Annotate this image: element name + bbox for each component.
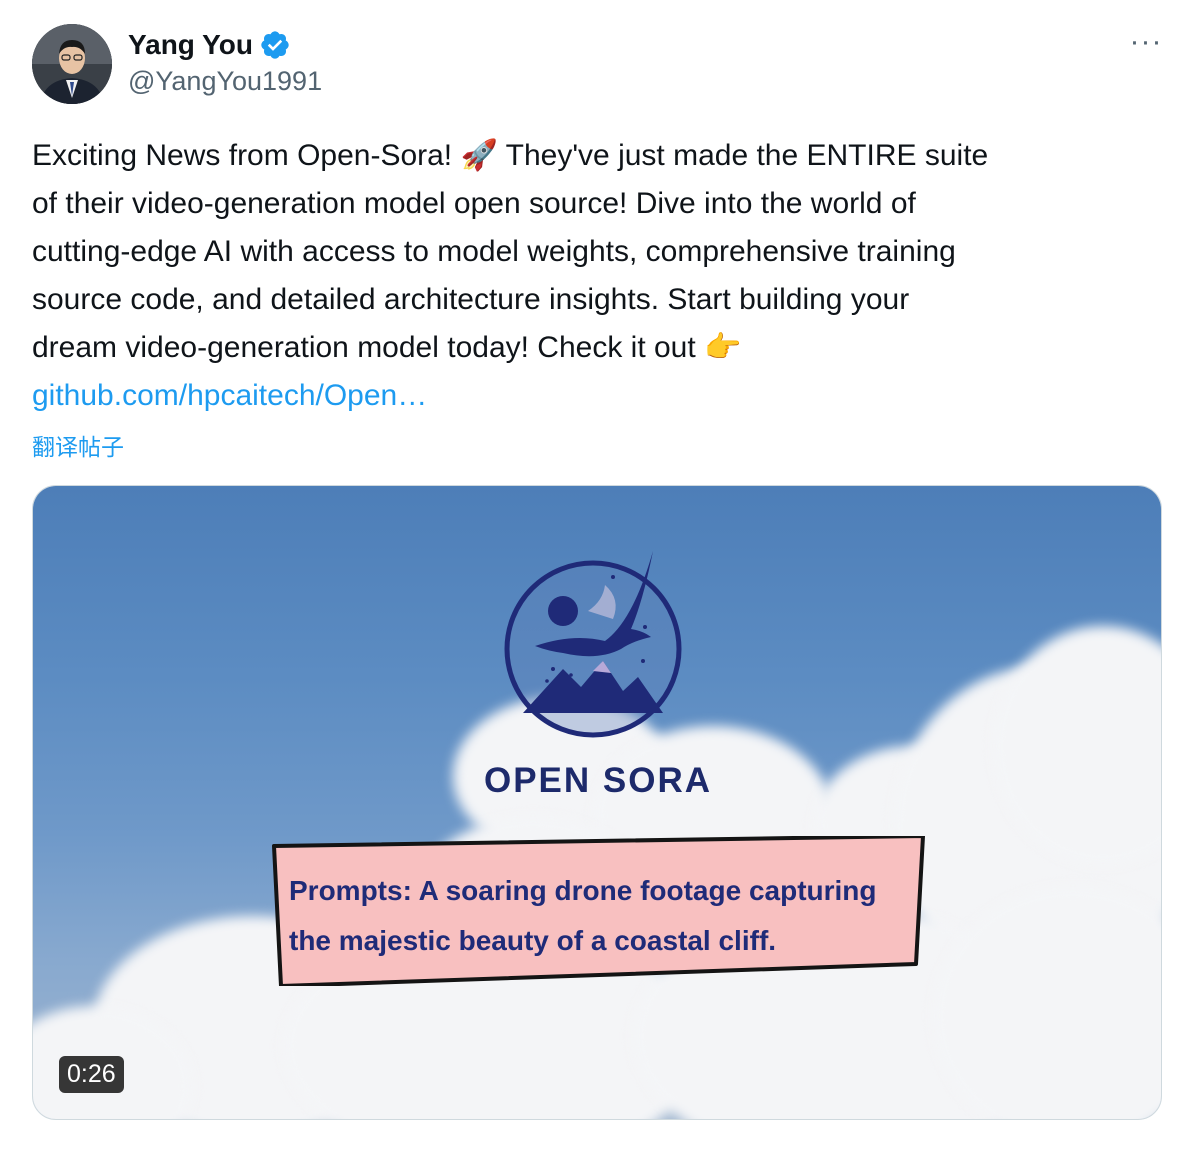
video-duration-badge: 0:26 xyxy=(59,1056,124,1093)
open-sora-logo xyxy=(493,541,693,741)
more-options-button[interactable]: ··· xyxy=(1128,25,1164,58)
github-link[interactable]: github.com/hpcaitech/Open… xyxy=(32,372,1142,420)
author-avatar[interactable] xyxy=(32,24,112,104)
tweet-line: dream video-generation model today! Chec… xyxy=(32,331,742,364)
verified-badge-icon[interactable] xyxy=(259,29,291,61)
brand-title: OPEN SORA xyxy=(483,761,713,800)
tweet-line: source code, and detailed architecture i… xyxy=(32,283,910,316)
author-name-row: Yang You xyxy=(128,24,291,66)
author-display-name[interactable]: Yang You xyxy=(128,29,253,61)
tweet-line: of their video-generation model open sou… xyxy=(32,187,916,220)
translate-post-link[interactable]: 翻译帖子 xyxy=(32,428,124,462)
avatar-image xyxy=(32,24,112,104)
prompt-line: Prompts: A soaring drone footage capturi… xyxy=(289,875,877,906)
ellipsis-icon: ··· xyxy=(1129,25,1163,58)
bird-mountain-logo-icon xyxy=(504,551,682,738)
prompt-line: the majestic beauty of a coastal cliff. xyxy=(289,925,777,956)
tweet-line: cutting-edge AI with access to model wei… xyxy=(32,235,956,268)
video-player[interactable]: OPEN SORA Prompts: A soaring drone foota… xyxy=(32,485,1162,1120)
author-handle[interactable]: @YangYou1991 xyxy=(128,66,322,97)
tweet-line: Exciting News from Open-Sora! 🚀 They've … xyxy=(32,139,989,172)
prompt-callout: Prompts: A soaring drone footage capturi… xyxy=(271,836,927,986)
prompt-text: Prompts: A soaring drone footage capturi… xyxy=(289,866,929,966)
tweet-text: Exciting News from Open-Sora! 🚀 They've … xyxy=(32,132,1142,420)
